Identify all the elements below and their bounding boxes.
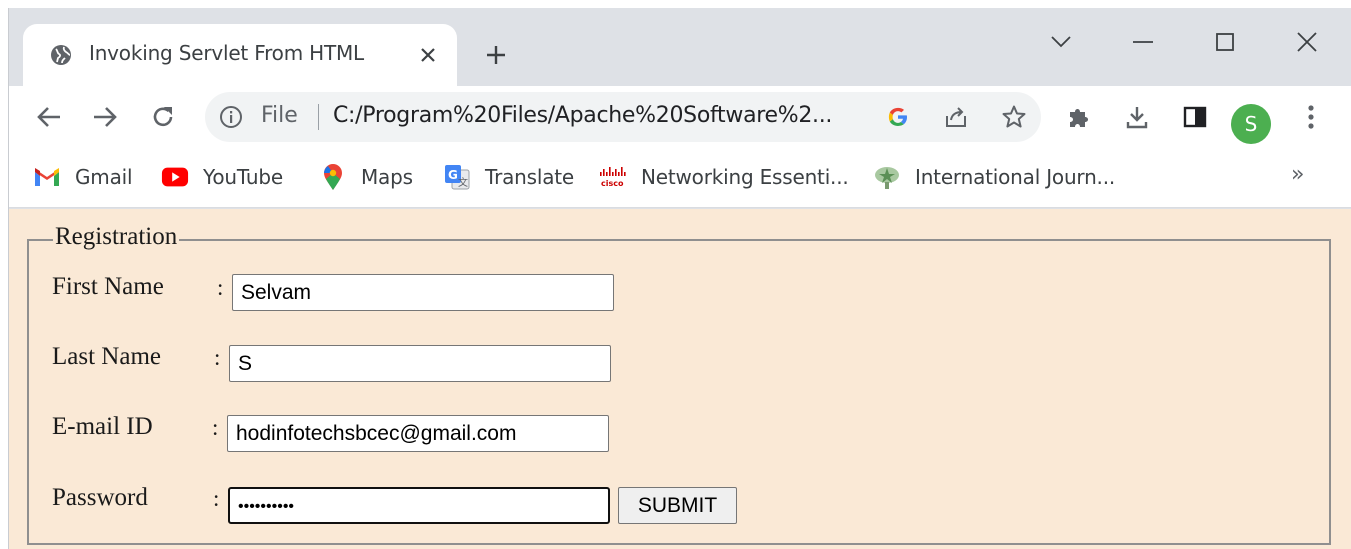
gmail-icon bbox=[33, 163, 61, 191]
back-arrow-icon[interactable] bbox=[29, 97, 69, 137]
password-label: Password bbox=[52, 484, 148, 511]
bookmark-translate[interactable]: G文 Translate bbox=[443, 162, 574, 192]
tab-search-icon[interactable] bbox=[1033, 18, 1089, 66]
submit-button[interactable]: SUBMIT bbox=[618, 487, 737, 524]
bookmark-label: Networking Essenti... bbox=[641, 165, 849, 189]
new-tab-icon[interactable] bbox=[479, 38, 513, 72]
journal-icon bbox=[873, 163, 901, 191]
url-text[interactable]: C:/Program%20Files/Apache%20Software%2..… bbox=[333, 103, 832, 128]
bookmark-label: Translate bbox=[485, 165, 575, 189]
password-input[interactable]: •••••••••• bbox=[228, 487, 610, 524]
profile-avatar[interactable]: S bbox=[1231, 104, 1271, 144]
bookmark-label: Gmail bbox=[75, 165, 133, 189]
maximize-icon[interactable] bbox=[1197, 18, 1253, 66]
download-icon[interactable] bbox=[1117, 97, 1157, 137]
last-name-colon: : bbox=[214, 345, 221, 370]
email-input[interactable]: hodinfotechsbcec@gmail.com bbox=[227, 415, 609, 452]
google-icon[interactable] bbox=[885, 104, 911, 130]
browser-toolbar: File C:/Program%20Files/Apache%20Softwar… bbox=[9, 86, 1351, 148]
bookmarks-overflow-chevron[interactable]: » bbox=[1291, 162, 1304, 187]
bookmark-label: YouTube bbox=[203, 165, 283, 189]
minimize-icon[interactable] bbox=[1115, 18, 1171, 66]
last-name-label: Last Name bbox=[52, 343, 161, 370]
page-content: Registration First Name : Selvam Last Na… bbox=[9, 209, 1351, 549]
extensions-puzzle-icon[interactable] bbox=[1059, 97, 1099, 137]
share-icon[interactable] bbox=[943, 104, 969, 130]
email-colon: : bbox=[212, 415, 219, 440]
first-name-input[interactable]: Selvam bbox=[232, 274, 614, 311]
globe-icon bbox=[49, 43, 73, 67]
first-name-label: First Name bbox=[52, 273, 164, 300]
bookmark-journal[interactable]: International Journ... bbox=[873, 162, 1115, 192]
bookmark-label: International Journ... bbox=[915, 165, 1116, 189]
first-name-colon: : bbox=[217, 275, 224, 300]
bookmark-youtube[interactable]: YouTube bbox=[161, 162, 283, 192]
maps-icon bbox=[319, 163, 347, 191]
last-name-input[interactable]: S bbox=[229, 345, 611, 382]
bookmark-gmail[interactable]: Gmail bbox=[33, 162, 133, 192]
browser-tab[interactable]: Invoking Servlet From HTML bbox=[23, 24, 457, 86]
svg-text:文: 文 bbox=[458, 176, 468, 189]
address-bar[interactable]: File C:/Program%20Files/Apache%20Softwar… bbox=[205, 92, 1041, 142]
fieldset-legend: Registration bbox=[53, 223, 180, 251]
tab-title: Invoking Servlet From HTML bbox=[89, 41, 364, 65]
translate-icon: G文 bbox=[443, 163, 471, 191]
bookmark-networking[interactable]: cisco Networking Essenti... bbox=[599, 162, 849, 192]
reload-icon[interactable] bbox=[143, 97, 183, 137]
forward-arrow-icon[interactable] bbox=[85, 97, 125, 137]
browser-window: Invoking Servlet From HTML File C:/Progr… bbox=[8, 8, 1351, 549]
youtube-icon bbox=[161, 163, 189, 191]
menu-kebab-icon[interactable] bbox=[1291, 97, 1331, 137]
svg-text:cisco: cisco bbox=[601, 179, 624, 188]
bookmarks-bar: Gmail YouTube Maps G文 Translate cisco Ne… bbox=[9, 148, 1351, 208]
bookmark-star-icon[interactable] bbox=[1001, 104, 1027, 130]
email-label: E-mail ID bbox=[52, 413, 153, 440]
close-tab-icon[interactable] bbox=[415, 42, 441, 68]
omnibox-divider bbox=[318, 104, 319, 130]
bookmark-maps[interactable]: Maps bbox=[319, 162, 413, 192]
tab-strip: Invoking Servlet From HTML bbox=[9, 8, 1351, 86]
info-icon[interactable] bbox=[219, 105, 243, 129]
password-colon: : bbox=[213, 486, 220, 511]
close-window-icon[interactable] bbox=[1279, 18, 1335, 66]
scheme-label: File bbox=[261, 103, 298, 128]
bookmark-label: Maps bbox=[361, 165, 413, 189]
cisco-icon: cisco bbox=[599, 163, 627, 191]
side-panel-icon[interactable] bbox=[1175, 97, 1215, 137]
svg-text:G: G bbox=[448, 168, 458, 182]
